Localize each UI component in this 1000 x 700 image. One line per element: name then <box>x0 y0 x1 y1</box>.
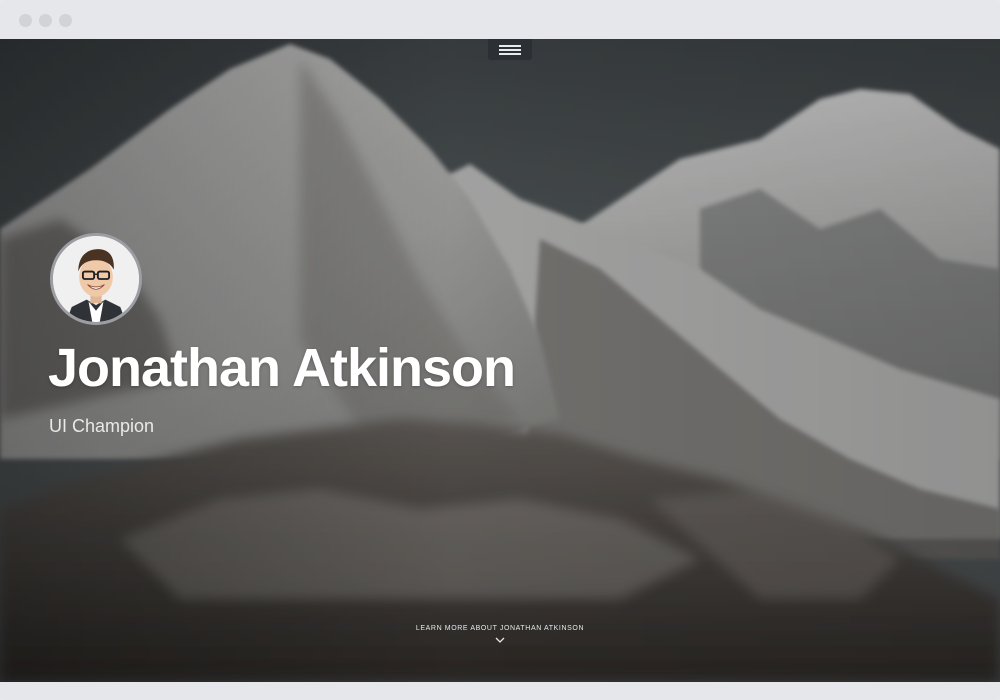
window-control-dot[interactable] <box>39 14 52 27</box>
hamburger-menu-icon <box>499 53 521 55</box>
window-bottom-edge <box>0 682 1000 700</box>
window-control-dot[interactable] <box>59 14 72 27</box>
hero-section: Jonathan Atkinson UI Champion LEARN MORE… <box>0 39 1000 682</box>
chevron-down-icon <box>495 637 505 643</box>
menu-toggle-button[interactable] <box>488 39 532 60</box>
profile-role: UI Champion <box>49 416 155 436</box>
hamburger-menu-icon <box>499 45 521 47</box>
learn-more-link[interactable]: LEARN MORE ABOUT JONATHAN ATKINSON <box>0 625 1000 643</box>
avatar <box>50 233 142 325</box>
window-control-dot[interactable] <box>19 14 32 27</box>
window-titlebar <box>0 0 1000 39</box>
profile-name-heading: Jonathan Atkinson <box>48 338 516 398</box>
profile-photo <box>53 236 139 322</box>
browser-window: Jonathan Atkinson UI Champion LEARN MORE… <box>0 0 1000 700</box>
learn-more-label: LEARN MORE ABOUT JONATHAN ATKINSON <box>415 625 585 632</box>
hamburger-menu-icon <box>499 49 521 51</box>
